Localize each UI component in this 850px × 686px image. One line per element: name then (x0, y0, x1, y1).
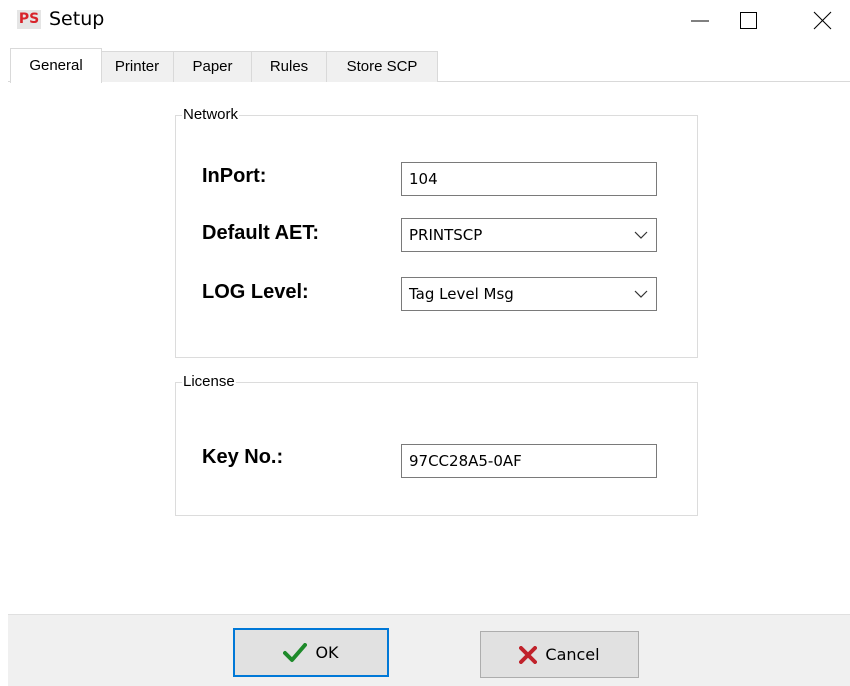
tab-general[interactable]: General (10, 48, 102, 83)
inport-label: InPort: (202, 165, 267, 187)
maximize-button[interactable] (720, 0, 776, 40)
log-level-value: Tag Level Msg (409, 285, 514, 303)
tab-strip: General Printer Paper Rules Store SCP (8, 48, 850, 83)
default-aet-label: Default AET: (202, 222, 320, 244)
close-button[interactable] (794, 0, 850, 40)
log-level-select[interactable]: Tag Level Msg (401, 277, 657, 311)
minimize-icon (691, 20, 709, 22)
maximize-icon (740, 12, 757, 29)
license-group-label: License (182, 373, 236, 391)
cross-icon (519, 645, 538, 664)
log-level-label: LOG Level: (202, 281, 309, 303)
chevron-down-icon[interactable] (634, 231, 648, 240)
general-tab-page: Network InPort: 104 Default AET: PRINTSC… (8, 82, 850, 614)
close-icon (813, 11, 832, 30)
cancel-label: Cancel (545, 645, 600, 664)
app-logo-text: PS (18, 11, 40, 27)
inport-field[interactable]: 104 (401, 162, 657, 196)
key-number-field[interactable]: 97CC28A5-0AF (401, 444, 657, 478)
default-aet-value: PRINTSCP (409, 226, 483, 244)
tab-store-scp[interactable]: Store SCP (326, 51, 438, 82)
network-group-label: Network (182, 106, 240, 124)
chevron-down-icon[interactable] (634, 290, 648, 299)
button-bar: OK Cancel (8, 614, 850, 686)
tab-rules[interactable]: Rules (251, 51, 327, 82)
default-aet-select[interactable]: PRINTSCP (401, 218, 657, 252)
key-number-label: Key No.: (202, 446, 284, 468)
ok-button[interactable]: OK (233, 628, 389, 677)
title-bar: PS Setup (0, 0, 850, 40)
app-logo-icon: PS (17, 10, 41, 29)
network-group: Network InPort: 104 Default AET: PRINTSC… (175, 106, 698, 358)
license-group: License Key No.: 97CC28A5-0AF (175, 373, 698, 516)
checkmark-icon (283, 642, 308, 662)
ok-label: OK (315, 643, 339, 662)
tab-paper[interactable]: Paper (173, 51, 252, 82)
tab-printer[interactable]: Printer (100, 51, 174, 82)
window-title: Setup (49, 8, 105, 30)
cancel-button[interactable]: Cancel (480, 631, 639, 678)
